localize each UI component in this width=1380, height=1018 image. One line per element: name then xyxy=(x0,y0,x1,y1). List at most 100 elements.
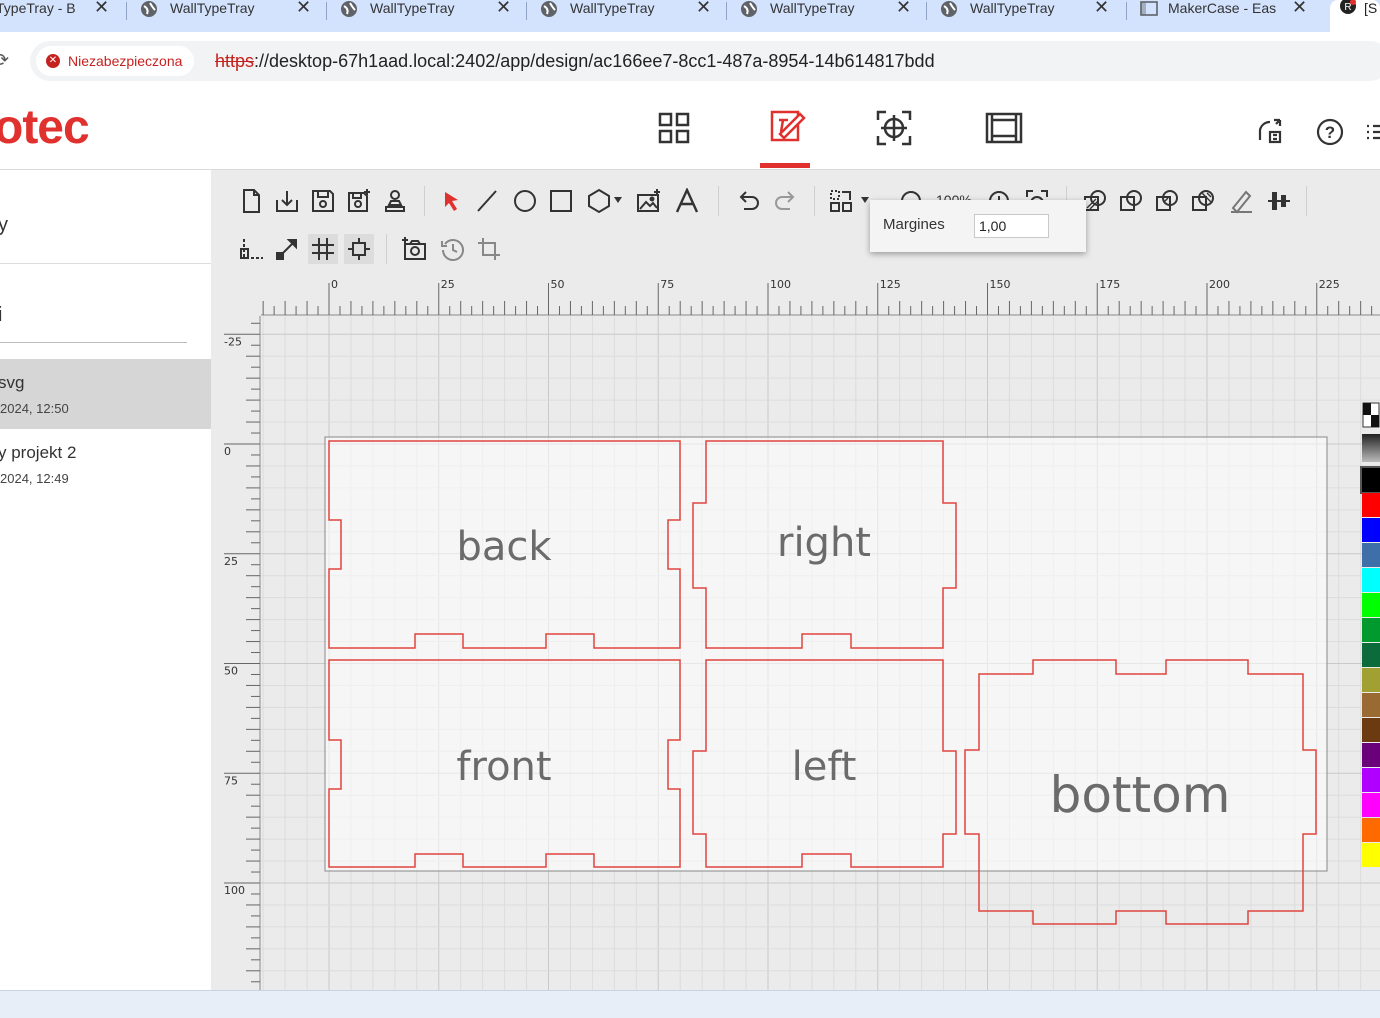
offset-anchor-icon[interactable] xyxy=(236,234,266,264)
boolean-intersect-icon[interactable] xyxy=(1152,186,1182,216)
palette-color-swatch[interactable] xyxy=(1362,618,1380,642)
scale-diagonal-icon[interactable] xyxy=(272,234,302,264)
palette-color-swatch[interactable] xyxy=(1360,466,1380,494)
undo-icon[interactable] xyxy=(734,186,764,216)
camera-target-icon[interactable] xyxy=(874,108,914,148)
reload-icon[interactable]: ⟳ xyxy=(0,50,9,71)
browser-tab[interactable]: WallTypeTray ✕ xyxy=(328,0,528,32)
align-distribute-icon[interactable] xyxy=(1264,186,1294,216)
connection-status-icon[interactable] xyxy=(1256,118,1284,146)
design-canvas[interactable]: back right front left bottom xyxy=(261,316,1380,990)
project-date: 2024, 12:50 xyxy=(0,401,69,416)
sidebar-search-field[interactable]: i xyxy=(0,304,2,327)
url-scheme: https xyxy=(215,51,255,71)
user-stamp-icon[interactable] xyxy=(380,186,410,216)
app-header: otec ? xyxy=(0,90,1380,170)
boolean-difference-icon[interactable] xyxy=(1188,186,1218,216)
palette-color-swatch[interactable] xyxy=(1362,768,1380,792)
browser-tab[interactable]: WallTypeTray ✕ xyxy=(928,0,1126,32)
image-insert-icon[interactable] xyxy=(634,186,664,216)
palette-color-swatch[interactable] xyxy=(1362,593,1380,617)
tab-close-icon[interactable]: ✕ xyxy=(896,0,911,18)
tab-title: TypeTray - B xyxy=(0,0,76,16)
ruler-label: 100 xyxy=(770,278,791,291)
array-dropdown-icon[interactable] xyxy=(860,196,870,204)
palette-color-swatch[interactable] xyxy=(1362,718,1380,742)
menu-list-icon[interactable] xyxy=(1364,118,1380,146)
browser-tab-active[interactable]: R [S xyxy=(1330,0,1380,32)
ruler-label: 50 xyxy=(551,278,565,291)
ruler-label: 100 xyxy=(224,884,245,897)
tab-close-icon[interactable]: ✕ xyxy=(496,0,511,18)
ellipse-tool-icon[interactable] xyxy=(510,186,540,216)
toolbar-separator xyxy=(814,186,815,216)
material-frame-icon[interactable] xyxy=(984,108,1024,148)
palette-color-swatch[interactable] xyxy=(1362,693,1380,717)
select-arrow-icon[interactable] xyxy=(436,186,466,216)
part-label-back: back xyxy=(456,524,552,570)
boolean-subtract-icon[interactable] xyxy=(1116,186,1146,216)
project-list-item[interactable]: svg 2024, 12:50 xyxy=(0,359,211,429)
palette-color-swatch[interactable] xyxy=(1362,668,1380,692)
tab-close-icon[interactable]: ✕ xyxy=(296,0,311,18)
palette-color-swatch[interactable] xyxy=(1362,568,1380,592)
project-sidebar: y i svg 2024, 12:50 y projekt 2 2024, 12… xyxy=(0,184,211,990)
palette-color-swatch[interactable] xyxy=(1362,493,1380,517)
tab-separator xyxy=(926,2,927,20)
palette-color-swatch[interactable] xyxy=(1362,843,1380,867)
history-icon[interactable] xyxy=(438,234,468,264)
palette-color-swatch[interactable] xyxy=(1362,643,1380,667)
tab-close-icon[interactable]: ✕ xyxy=(1094,0,1109,18)
palette-color-swatch[interactable] xyxy=(1362,518,1380,542)
tab-close-icon[interactable]: ✕ xyxy=(94,0,109,18)
browser-tab[interactable]: TypeTray - B ✕ xyxy=(0,0,122,32)
palette-gray-swatch[interactable] xyxy=(1362,434,1380,462)
text-tool-icon[interactable] xyxy=(672,186,702,216)
snap-to-object-icon[interactable] xyxy=(344,234,374,264)
save-icon[interactable] xyxy=(308,186,338,216)
tab-separator xyxy=(726,2,727,20)
polygon-tool-icon[interactable] xyxy=(584,186,614,216)
vertical-ruler: -25 0 25 50 75 100 xyxy=(222,316,261,990)
rectangle-tool-icon[interactable] xyxy=(546,186,576,216)
tab-close-icon[interactable]: ✕ xyxy=(1292,0,1307,18)
security-indicator[interactable]: ✕ Niezabezpieczona xyxy=(36,46,195,76)
margins-label: Margines xyxy=(883,216,945,233)
tab-title: WallTypeTray xyxy=(370,0,455,16)
crop-icon[interactable] xyxy=(474,234,504,264)
part-label-right: right xyxy=(777,520,871,566)
line-tool-icon[interactable] xyxy=(472,186,502,216)
import-icon[interactable] xyxy=(272,186,302,216)
help-icon[interactable]: ? xyxy=(1316,118,1344,146)
palette-color-swatch[interactable] xyxy=(1362,793,1380,817)
pen-path-icon[interactable] xyxy=(1226,186,1256,216)
browser-tab[interactable]: WallTypeTray ✕ xyxy=(728,0,928,32)
ruler-label: 225 xyxy=(1319,278,1340,291)
design-edit-icon[interactable] xyxy=(766,106,806,146)
project-list-item[interactable]: y projekt 2 2024, 12:49 xyxy=(0,429,211,499)
part-label-front: front xyxy=(456,744,551,790)
palette-color-swatch[interactable] xyxy=(1362,818,1380,842)
not-secure-icon: ✕ xyxy=(46,54,60,68)
sidebar-heading: y xyxy=(0,214,8,236)
url-text[interactable]: https://desktop-67h1aad.local:2402/app/d… xyxy=(215,51,935,72)
grid-snap-icon[interactable] xyxy=(308,234,338,264)
polygon-dropdown-icon[interactable] xyxy=(613,196,623,204)
palette-color-swatch[interactable] xyxy=(1362,543,1380,567)
ruler-label: 25 xyxy=(441,278,455,291)
palette-fill-toggle-icon[interactable] xyxy=(1362,402,1380,428)
margins-input[interactable] xyxy=(974,214,1049,238)
ruler-label: 150 xyxy=(990,278,1011,291)
palette-color-swatch[interactable] xyxy=(1362,743,1380,767)
add-camera-image-icon[interactable] xyxy=(400,234,430,264)
save-as-icon[interactable] xyxy=(344,186,374,216)
browser-tab[interactable]: MakerCase - Eas ✕ xyxy=(1128,0,1328,32)
library-icon[interactable] xyxy=(654,108,694,148)
new-file-icon[interactable] xyxy=(236,186,266,216)
tab-close-icon[interactable]: ✕ xyxy=(696,0,711,18)
browser-tab[interactable]: WallTypeTray ✕ xyxy=(128,0,328,32)
browser-tab[interactable]: WallTypeTray ✕ xyxy=(528,0,728,32)
array-layout-icon[interactable] xyxy=(826,186,856,216)
redo-icon[interactable] xyxy=(770,186,800,216)
project-name: svg xyxy=(0,373,25,392)
